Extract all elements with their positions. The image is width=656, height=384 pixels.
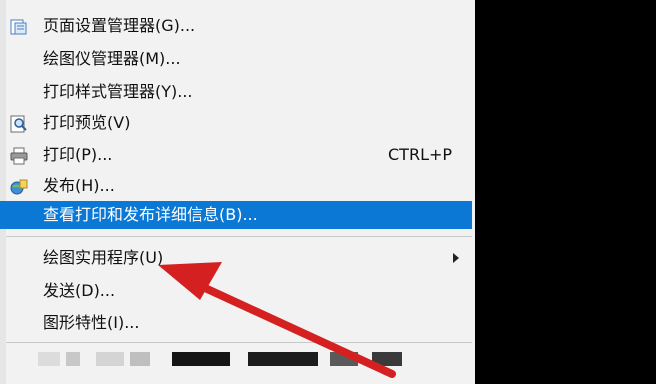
red-arrow-annotation	[158, 262, 396, 378]
